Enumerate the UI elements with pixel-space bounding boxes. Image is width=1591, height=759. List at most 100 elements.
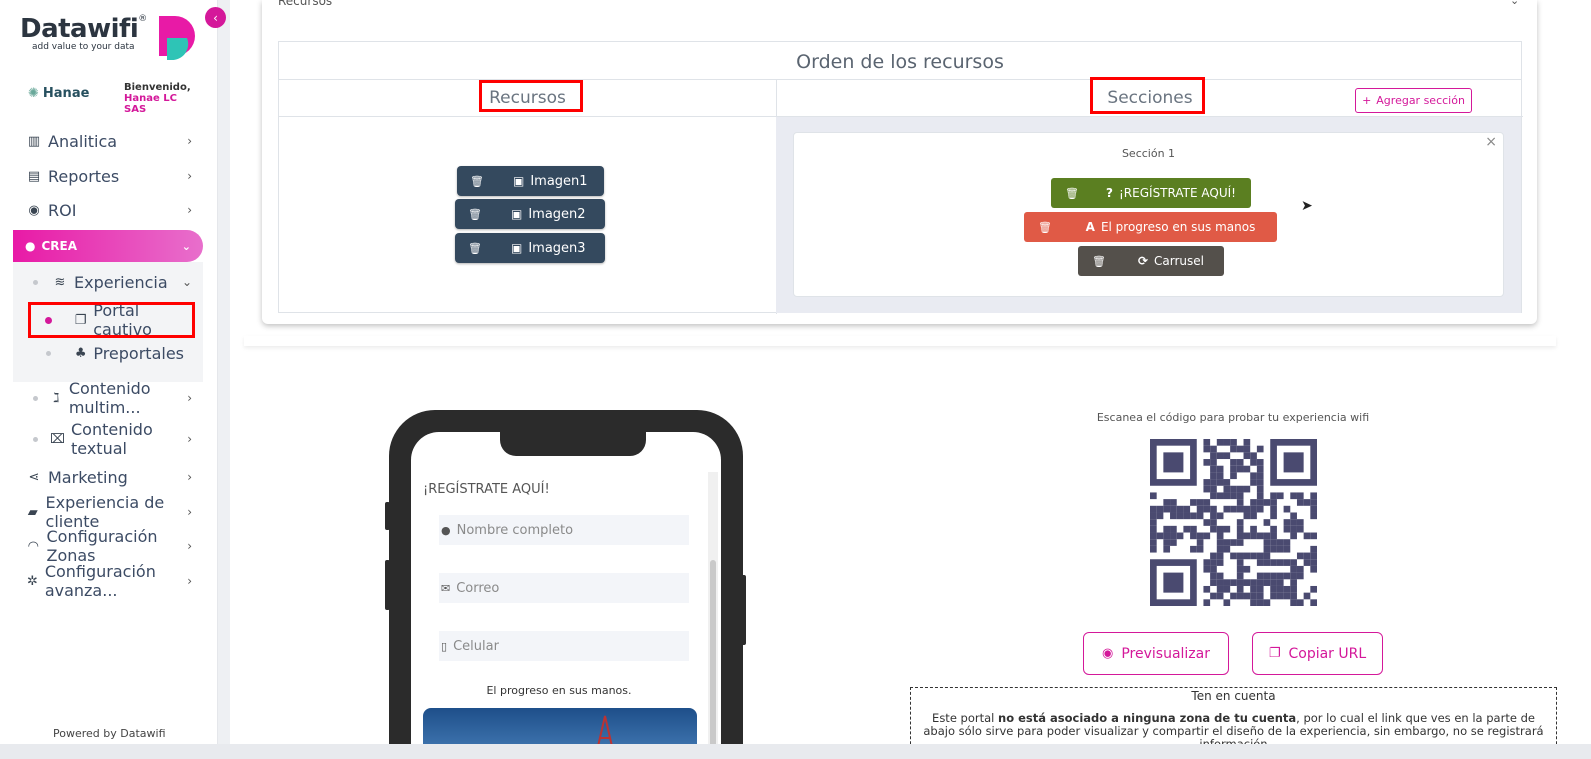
refresh-icon: ⟳ [1137,254,1149,268]
sidebar-item-label: Configuración avanza... [44,562,156,600]
sidebar-item-experiencia-cliente[interactable]: ▰ Experiencia de cliente › [26,493,196,531]
gear-icon: ✲ [26,573,38,589]
chart-icon: ▥ [27,133,41,149]
field-placeholder: Celular [453,638,499,654]
bullet-icon [33,280,38,285]
preview-button[interactable]: ◉ Previsualizar [1083,632,1229,675]
wifi-icon: ◠ [27,538,39,554]
resource-item-imagen3[interactable]: 🗑 ▣ Imagen3 [455,233,605,263]
sidebar-item-crea[interactable]: ● CREA ⌄ [13,230,203,262]
sidebar-item-analitica[interactable]: ▥ Analitica › [26,131,196,151]
brand-tagline: add value to your data [32,42,135,52]
layers-icon: ≋ [54,274,66,290]
section-item-progreso[interactable]: 🗑 A El progreso en sus manos [1024,212,1277,242]
note-bold: no está asociado a ninguna zona de tu cu… [998,711,1297,725]
client-logo-text: Hanae [42,86,90,101]
trash-icon[interactable]: 🗑 [455,242,495,255]
add-section-button[interactable]: + Agregar sección [1355,88,1472,113]
trash-icon[interactable]: 🗑 [1065,187,1079,200]
client-logo: ✺ Hanae [28,86,89,101]
datawifi-logo: Datawifi® add value to your data [20,14,147,52]
eye-icon: ◉ [1102,646,1114,661]
sidebar-item-label: Experiencia de cliente [45,493,165,531]
qr-code-icon [1150,439,1317,606]
chevron-down-icon: ⌄ [181,275,192,289]
preview-label: Previsualizar [1121,645,1210,662]
mobile-icon: ▯ [441,639,448,653]
sidebar-item-label: Contenido multim... [68,379,151,417]
chevron-right-icon: › [187,470,192,484]
sidebar: Datawifi® add value to your data ✺ Hanae … [0,0,218,759]
section-item-label: ¡REGÍSTRATE AQUÍ! [1119,186,1236,200]
field-placeholder: Correo [456,580,500,596]
rss-icon: ℷ [53,390,60,406]
sidebar-item-roi[interactable]: ◉ ROI › [26,200,196,220]
chevron-right-icon: › [187,432,192,446]
sidebar-item-contenido-textual[interactable]: ⌧ Contenido textual › [50,420,196,458]
trash-icon[interactable]: 🗑 [1038,221,1052,234]
datawifi-mark-icon [159,16,195,61]
phone-field[interactable]: ▯ Celular [439,631,689,661]
bullet-icon [33,437,38,442]
sidebar-item-label: Contenido textual [70,420,153,458]
inbox-icon: ⌧ [50,431,65,447]
sidebar-item-preportales[interactable]: ♣ Preportales [74,343,184,363]
sidebar-item-reportes[interactable]: ▤ Reportes › [26,166,196,186]
sidebar-item-configuracion-avanzada[interactable]: ✲ Configuración avanza... › [26,562,196,600]
resource-label: Imagen3 [528,240,586,256]
powered-by: Powered by Datawifi [53,727,166,740]
email-field[interactable]: ✉ Correo [439,573,689,603]
trash-icon[interactable]: 🗑 [457,175,497,188]
section-item-registrate[interactable]: 🗑? ¡REGÍSTRATE AQUÍ! [1051,178,1251,208]
chevron-right-icon: › [187,574,192,588]
highlight-box [1090,77,1205,114]
section-item-carrusel[interactable]: 🗑 ⟳ Carrusel [1078,246,1224,276]
chevron-right-icon: › [187,505,192,519]
user-info: ✺ Hanae Bienvenido, Hanae LC SAS [28,82,208,118]
plus-icon: + [1362,94,1372,107]
divider [244,336,1556,346]
sidebar-item-label: Reportes [48,166,120,186]
document-icon: ▤ [27,168,41,184]
section-item-label: El progreso en sus manos [1100,220,1256,234]
chevron-down-icon: ⌄ [181,239,191,253]
highlight-box [28,302,195,338]
name-field[interactable]: ● Nombre completo [439,515,689,545]
sidebar-item-experiencia[interactable]: ≋ Experiencia ⌄ [52,272,196,292]
sidebar-item-configuracion-zonas[interactable]: ◠ Configuración Zonas › [26,527,196,565]
resource-item-imagen1[interactable]: 🗑 ▣ Imagen1 [457,166,604,196]
phone-scrollbar-thumb[interactable] [710,560,716,750]
close-icon[interactable]: × [1485,134,1497,150]
image-icon: ▣ [511,207,523,221]
phone-preview: ¡REGÍSTRATE AQUÍ! ● Nombre completo ✉ Corr… [389,410,743,750]
copy-url-label: Copiar URL [1288,645,1367,662]
table-title: Orden de los recursos [279,42,1521,80]
sidebar-item-label: CREA [41,239,78,253]
chevron-down-icon[interactable]: ⌄ [1510,0,1519,7]
share-icon: ⋖ [28,469,40,485]
thumbs-up-icon: ▰ [27,504,38,520]
resource-item-imagen2[interactable]: 🗑 ▣ Imagen2 [455,199,605,229]
sidebar-item-marketing[interactable]: ⋖ Marketing › [26,467,196,487]
sidebar-item-contenido-multimedia[interactable]: ℷ Contenido multim... › [50,379,196,417]
copy-icon: ❐ [1268,646,1281,661]
collapsed-section-label[interactable]: Recursos [278,0,332,8]
font-icon: A [1085,220,1095,234]
mouse-cursor-icon: ➤ [1301,198,1313,214]
brand-name: Datawifi [20,14,139,44]
trash-icon[interactable]: 🗑 [455,208,495,221]
image-icon: ▣ [513,174,525,188]
chevron-right-icon: › [187,203,192,217]
sidebar-item-label: Experiencia [74,272,168,292]
chevron-right-icon: › [187,134,192,148]
phone-notch [500,432,646,456]
lightbulb-icon: ● [25,239,36,253]
copy-url-button[interactable]: ❐ Copiar URL [1252,632,1383,675]
chevron-right-icon: › [187,539,192,553]
phone-title: ¡REGÍSTRATE AQUÍ! [423,482,550,497]
bottom-strip [0,744,1591,759]
envelope-icon: ✉ [441,581,451,595]
company-name: Hanae LC SAS [124,93,177,115]
collapse-sidebar-button[interactable]: ‹ [205,7,226,28]
trash-icon[interactable]: 🗑 [1092,255,1106,268]
